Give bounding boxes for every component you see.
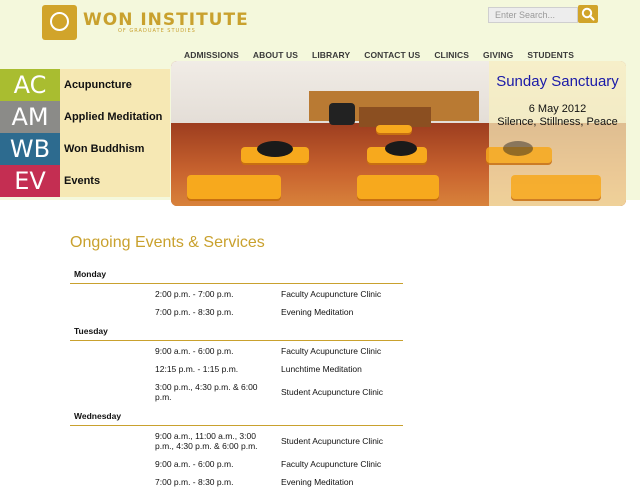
nav-clinics[interactable]: CLINICS bbox=[434, 50, 469, 60]
side-item-events[interactable]: EV Events bbox=[0, 165, 170, 197]
side-item-acupuncture[interactable]: AC Acupuncture bbox=[0, 69, 170, 101]
table-row: 12:15 p.m. - 1:15 p.m. Lunchtime Meditat… bbox=[70, 360, 403, 378]
side-label-applied-meditation: Applied Meditation bbox=[60, 101, 170, 133]
row-time: 9:00 a.m. - 6:00 p.m. bbox=[155, 345, 234, 356]
table-row: 9:00 a.m. - 6:00 p.m. Faculty Acupunctur… bbox=[70, 455, 403, 473]
side-abbr-am: AM bbox=[0, 101, 60, 133]
row-time: 2:00 p.m. - 7:00 p.m. bbox=[155, 288, 234, 299]
hero-banner[interactable]: Sunday Sanctuary 6 May 2012 Silence, Sti… bbox=[171, 61, 626, 206]
row-time: 7:00 p.m. - 8:30 p.m. bbox=[155, 307, 234, 317]
schedule-table: Monday 2:00 p.m. - 7:00 p.m. Faculty Acu… bbox=[70, 264, 403, 491]
side-item-won-buddhism[interactable]: WB Won Buddhism bbox=[0, 133, 170, 165]
row-time: 3:00 p.m., 4:30 p.m. & 6:00 p.m. bbox=[155, 382, 258, 402]
table-row: 3:00 p.m., 4:30 p.m. & 6:00 p.m. Student… bbox=[70, 378, 403, 406]
row-event: Student Acupuncture Clinic bbox=[281, 387, 384, 397]
table-row: 9:00 a.m., 11:00 a.m., 3:00 p.m., 4:30 p… bbox=[70, 426, 403, 455]
side-label-acupuncture: Acupuncture bbox=[60, 69, 170, 101]
search-input[interactable]: Enter Search... bbox=[488, 7, 578, 23]
search-icon bbox=[581, 7, 595, 21]
section-title: Ongoing Events & Services bbox=[70, 234, 265, 251]
side-abbr-ev: EV bbox=[0, 165, 60, 197]
side-label-events: Events bbox=[60, 165, 170, 197]
schedule-day: Wednesday bbox=[70, 406, 403, 426]
logo-subtitle: OF GRADUATE STUDIES bbox=[118, 28, 196, 34]
hero-zafu bbox=[503, 141, 533, 156]
nav-students[interactable]: STUDENTS bbox=[527, 50, 574, 60]
nav-about-us[interactable]: ABOUT US bbox=[253, 50, 298, 60]
hero-date-text: 6 May 2012 bbox=[528, 103, 587, 115]
side-abbr-wb: WB bbox=[0, 133, 60, 165]
hero-cushion bbox=[357, 175, 439, 199]
table-row: 7:00 p.m. - 8:30 p.m. Evening Meditation bbox=[70, 473, 403, 491]
nav-contact-us[interactable]: CONTACT US bbox=[364, 50, 420, 60]
hero-caption: Silence, Stillness, Peace bbox=[497, 116, 618, 128]
table-row: 7:00 p.m. - 8:30 p.m. Evening Meditation bbox=[70, 303, 403, 321]
hero-cushion bbox=[376, 125, 412, 133]
row-time: 9:00 a.m. - 6:00 p.m. bbox=[155, 459, 234, 469]
row-time: 9:00 a.m., 11:00 a.m., 3:00 p.m., 4:30 p… bbox=[155, 430, 258, 451]
logo-title[interactable]: WON INSTITUTE bbox=[83, 10, 249, 30]
hero-zafu bbox=[385, 141, 417, 156]
row-event: Evening Meditation bbox=[281, 307, 354, 317]
hero-cushion bbox=[187, 175, 281, 199]
main-nav: ADMISSIONS ABOUT US LIBRARY CONTACT US CLINI… bbox=[184, 43, 588, 60]
table-row: 2:00 p.m. - 7:00 p.m. Faculty Acupunctur… bbox=[70, 284, 403, 303]
row-event: Faculty Acupuncture Clinic bbox=[281, 345, 382, 356]
search-button[interactable] bbox=[578, 5, 598, 23]
hero-date: 6 May 2012 Silence, Stillness, Peace bbox=[489, 103, 626, 129]
side-abbr-ac: AC bbox=[0, 69, 60, 101]
side-label-won-buddhism: Won Buddhism bbox=[60, 133, 170, 165]
hero-altar-table bbox=[359, 107, 431, 127]
nav-library[interactable]: LIBRARY bbox=[312, 50, 350, 60]
hero-title[interactable]: Sunday Sanctuary bbox=[489, 73, 626, 90]
hero-bowl bbox=[329, 103, 355, 125]
nav-giving[interactable]: GIVING bbox=[483, 50, 513, 60]
row-event: Faculty Acupuncture Clinic bbox=[281, 459, 382, 469]
hero-cushion bbox=[511, 175, 601, 199]
logo-icon[interactable] bbox=[42, 5, 77, 40]
row-time: 12:15 p.m. - 1:15 p.m. bbox=[155, 364, 239, 374]
row-time: 7:00 p.m. - 8:30 p.m. bbox=[155, 477, 234, 487]
nav-admissions[interactable]: ADMISSIONS bbox=[184, 50, 239, 60]
table-row: 9:00 a.m. - 6:00 p.m. Faculty Acupunctur… bbox=[70, 341, 403, 360]
row-event: Lunchtime Meditation bbox=[281, 364, 362, 374]
logo-ring bbox=[50, 12, 69, 31]
schedule-day: Monday bbox=[70, 264, 403, 284]
row-event: Faculty Acupuncture Clinic bbox=[281, 288, 382, 299]
side-item-applied-meditation[interactable]: AM Applied Meditation bbox=[0, 101, 170, 133]
hero-zafu bbox=[257, 141, 293, 157]
row-event: Evening Meditation bbox=[281, 477, 354, 487]
row-event: Student Acupuncture Clinic bbox=[281, 435, 384, 446]
schedule-day: Tuesday bbox=[70, 321, 403, 341]
